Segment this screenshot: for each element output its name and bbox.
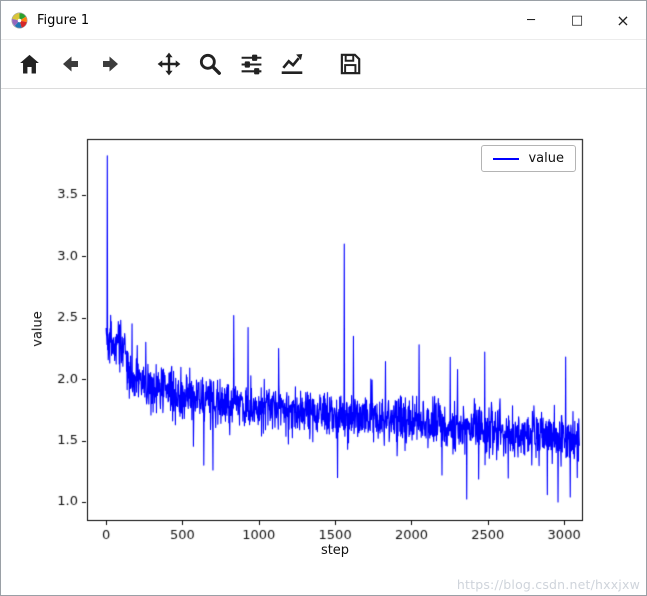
plot-toolbar	[1, 40, 646, 89]
back-arrow-icon	[63, 56, 78, 72]
watermark-text: https://blog.csdn.net/hxxjxw	[456, 577, 640, 592]
close-icon: ×	[616, 10, 630, 30]
back-button[interactable]	[52, 46, 88, 82]
pan-move-icon	[157, 52, 181, 76]
zoom-magnifier-icon	[199, 53, 221, 75]
matplotlib-logo-icon	[11, 12, 28, 28]
x-axis-label: step	[320, 543, 350, 558]
maximize-button[interactable]: □	[554, 1, 600, 39]
save-button[interactable]	[332, 46, 368, 82]
window-controls: ─ □ ×	[508, 1, 646, 39]
close-button[interactable]: ×	[600, 1, 646, 39]
minimize-icon: ─	[527, 12, 535, 28]
figure-window: Figure 1 ─ □ × value step value https://…	[0, 0, 647, 596]
maximize-icon: □	[570, 12, 584, 28]
configure-subplots-button[interactable]	[233, 46, 269, 82]
save-floppy-icon	[340, 53, 361, 75]
home-button[interactable]	[11, 46, 47, 82]
y-axis-label: value	[30, 311, 46, 347]
legend-label: value	[528, 151, 564, 166]
pan-button[interactable]	[151, 46, 187, 82]
home-icon	[19, 54, 39, 73]
zoom-button[interactable]	[192, 46, 228, 82]
window-title: Figure 1	[37, 12, 90, 28]
figure-area: value step value https://blog.csdn.net/h…	[1, 89, 646, 595]
legend-line-swatch	[493, 157, 520, 160]
forward-arrow-icon	[103, 56, 118, 72]
title-bar[interactable]: Figure 1 ─ □ ×	[1, 1, 646, 40]
minimize-button[interactable]: ─	[508, 1, 554, 39]
legend-box: value	[481, 145, 576, 172]
line-chart-icon	[281, 54, 303, 74]
forward-button[interactable]	[93, 46, 129, 82]
edit-axis-button[interactable]	[274, 46, 310, 82]
sliders-icon	[241, 54, 261, 74]
